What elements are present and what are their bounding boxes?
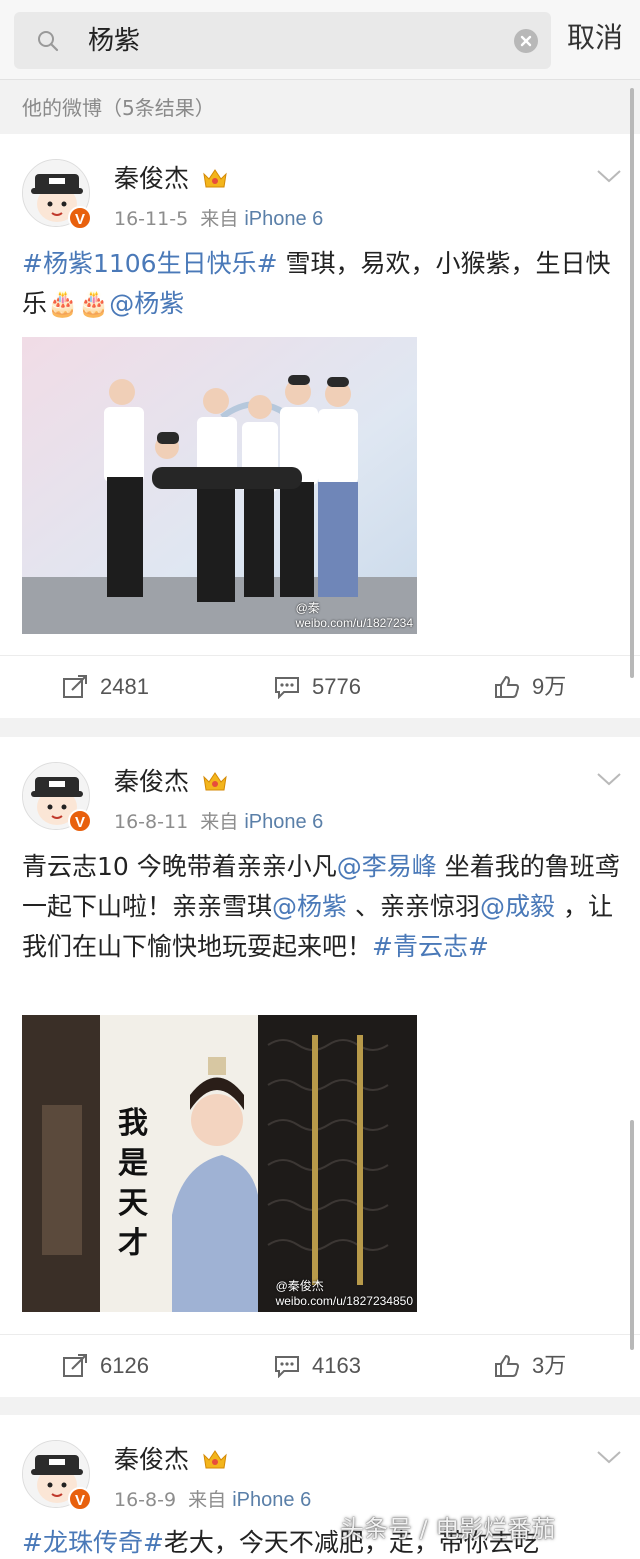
post-text-segment: 青云志10 今晚带着亲亲小凡 — [22, 852, 337, 881]
post-card[interactable]: V 秦俊杰 16-8-11 来自 iPhone 6 青云志10 今晚带着亲亲小凡… — [0, 737, 640, 1397]
mention-link[interactable]: @杨紫 — [109, 289, 184, 318]
post-via: 来自 — [200, 811, 239, 833]
mention-link[interactable]: @成毅 — [480, 892, 555, 921]
comment-count: 5776 — [312, 674, 361, 699]
repost-count: 2481 — [100, 674, 149, 699]
post-actions: 6126 4163 3万 — [0, 1334, 640, 1396]
mention-link[interactable]: @李易峰 — [337, 852, 437, 881]
image-caption-char: 才 — [118, 1226, 148, 1261]
repost-button[interactable]: 6126 — [62, 1351, 172, 1381]
post-actions: 2481 5776 9万 — [0, 655, 640, 717]
post-via: 来自 — [188, 1489, 227, 1511]
mention-link[interactable]: @杨紫 — [272, 892, 347, 921]
comment-icon — [275, 1356, 299, 1378]
post-author[interactable]: 秦俊杰 — [114, 1443, 189, 1477]
post-author[interactable]: 秦俊杰 — [114, 765, 189, 799]
thumbs-up-icon — [495, 675, 520, 698]
comment-button[interactable]: 4163 — [274, 1351, 384, 1381]
search-query: 杨紫 — [88, 26, 141, 56]
post-image[interactable]: @秦 weibo.com/u/1827234 — [22, 337, 417, 634]
hashtag-link[interactable]: #杨紫1106生日快乐# — [22, 249, 278, 278]
vip-crown-icon — [203, 1450, 227, 1469]
post-author[interactable]: 秦俊杰 — [114, 162, 189, 196]
like-count: 3万 — [532, 1353, 567, 1378]
verified-badge: V — [68, 809, 92, 833]
repost-count: 6126 — [100, 1353, 149, 1378]
chevron-down-icon[interactable] — [596, 168, 622, 184]
post-text: 青云志10 今晚带着亲亲小凡@李易峰 坐着我的鲁班鸢一起下山啦！亲亲雪琪@杨紫 … — [22, 847, 622, 967]
verified-badge: V — [68, 1487, 92, 1511]
like-button[interactable]: 9万 — [494, 672, 594, 702]
verified-badge: V — [68, 206, 92, 230]
chevron-down-icon[interactable] — [596, 1449, 622, 1465]
image-caption-char: 我 — [118, 1106, 148, 1141]
hashtag-link[interactable]: #龙珠传奇# — [22, 1528, 164, 1557]
result-count-label: 他的微博（5条结果） — [22, 96, 215, 120]
comment-button[interactable]: 5776 — [274, 672, 384, 702]
post-meta: 16-8-11 来自 iPhone 6 — [114, 809, 323, 835]
post-date: 16-8-9 — [114, 1489, 177, 1511]
post-source[interactable]: iPhone 6 — [244, 811, 323, 833]
post-meta: 16-11-5 来自 iPhone 6 — [114, 206, 323, 232]
image-caption-char: 是 — [118, 1146, 148, 1181]
post-text-segment: 、亲亲惊羽 — [347, 892, 480, 921]
cancel-button[interactable]: 取消 — [567, 18, 623, 58]
hashtag-link[interactable]: #青云志# — [372, 932, 489, 961]
like-button[interactable]: 3万 — [494, 1351, 594, 1381]
comment-icon — [275, 677, 299, 699]
post-meta: 16-8-9 来自 iPhone 6 — [114, 1487, 311, 1513]
image-watermark: @秦 weibo.com/u/1827234 — [295, 601, 413, 630]
vip-crown-icon — [203, 169, 227, 188]
post-date: 16-8-11 — [114, 811, 189, 833]
vip-crown-icon — [203, 772, 227, 791]
result-section-header: 他的微博（5条结果） — [0, 80, 640, 134]
thumbs-up-icon — [495, 1354, 520, 1377]
post-image[interactable]: 我 是 天 才 @秦俊杰 weibo.com/u/1827234850 — [22, 1015, 417, 1312]
like-count: 9万 — [532, 674, 567, 699]
post-text: #杨紫1106生日快乐# 雪琪，易欢，小猴紫，生日快乐🎂🎂@杨紫 — [22, 244, 622, 324]
search-bar: 杨紫 取消 — [0, 0, 640, 80]
repost-button[interactable]: 2481 — [62, 672, 172, 702]
search-input[interactable]: 杨紫 — [14, 12, 551, 69]
search-icon — [38, 31, 59, 52]
repost-icon — [63, 675, 87, 698]
post-source[interactable]: iPhone 6 — [244, 208, 323, 230]
image-watermark: @秦俊杰 weibo.com/u/1827234850 — [275, 1279, 413, 1308]
post-via: 来自 — [200, 208, 239, 230]
chevron-down-icon[interactable] — [596, 771, 622, 787]
clear-icon[interactable] — [514, 29, 538, 53]
overlay-watermark: 头条号 / 电影烂番茄 — [340, 1515, 556, 1543]
scrollbar[interactable] — [630, 1120, 634, 1350]
image-caption-char: 天 — [118, 1186, 148, 1221]
post-date: 16-11-5 — [114, 208, 189, 230]
repost-icon — [63, 1354, 87, 1377]
comment-count: 4163 — [312, 1353, 361, 1378]
post-card[interactable]: V 秦俊杰 16-11-5 来自 iPhone 6 #杨紫1106生日快乐# 雪… — [0, 134, 640, 718]
post-source[interactable]: iPhone 6 — [232, 1489, 311, 1511]
scrollbar[interactable] — [630, 88, 634, 678]
